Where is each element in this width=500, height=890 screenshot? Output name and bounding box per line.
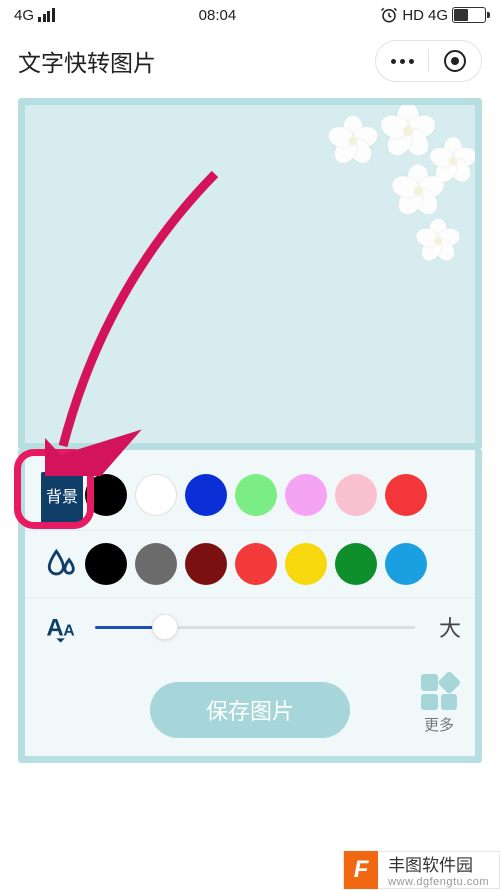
slider-thumb[interactable] <box>152 614 178 640</box>
text-swatch-black[interactable] <box>85 543 127 585</box>
target-icon <box>444 50 466 72</box>
text-swatch-grey[interactable] <box>135 543 177 585</box>
network-label-left: 4G <box>14 7 34 24</box>
controls-panel: 背景 <box>18 450 482 763</box>
bg-swatch-red[interactable] <box>385 474 427 516</box>
more-label: 更多 <box>424 714 454 735</box>
capsule-menu-button[interactable] <box>376 41 428 81</box>
network-label-right: 4G <box>428 7 448 24</box>
hd-label: HD <box>402 7 424 24</box>
text-swatch-blue[interactable] <box>385 543 427 585</box>
bg-swatch-black[interactable] <box>85 474 127 516</box>
font-size-icon: A A <box>45 610 79 644</box>
bg-swatches <box>85 474 461 516</box>
font-size-row: A A 大 <box>25 598 475 656</box>
paint-drop-icon <box>45 547 79 581</box>
text-swatch-yellow[interactable] <box>285 543 327 585</box>
page-title: 文字快转图片 <box>18 44 156 78</box>
font-size-label: 大 <box>425 611 461 643</box>
status-bar: 4G 08:04 HD 4G <box>0 0 500 30</box>
text-swatch-red[interactable] <box>235 543 277 585</box>
grid-icon <box>421 674 457 710</box>
capsule-close-button[interactable] <box>429 41 481 81</box>
footer-actions: 保存图片 更多 <box>25 656 475 738</box>
background-color-row: 背景 <box>25 460 475 531</box>
signal-icon <box>38 8 55 22</box>
app-header: 文字快转图片 <box>0 30 500 92</box>
watermark-logo: F <box>344 851 378 889</box>
bg-swatch-white[interactable] <box>135 474 177 516</box>
more-dots-icon <box>391 59 414 64</box>
text-swatches <box>85 543 461 585</box>
battery-icon <box>452 7 486 23</box>
watermark-name: 丰图软件园 <box>378 851 499 876</box>
alarm-icon <box>380 6 398 24</box>
text-color-row <box>25 531 475 598</box>
bg-swatch-pink[interactable] <box>335 474 377 516</box>
background-chip[interactable]: 背景 <box>41 472 83 518</box>
miniprogram-capsule <box>375 40 482 82</box>
watermark-url: www.dgfengtu.com <box>378 876 499 890</box>
text-swatch-darkred[interactable] <box>185 543 227 585</box>
save-image-button[interactable]: 保存图片 <box>150 682 350 738</box>
bg-swatch-magenta[interactable] <box>285 474 327 516</box>
svg-text:A: A <box>63 623 74 640</box>
status-time: 08:04 <box>199 7 237 24</box>
svg-text:A: A <box>46 615 63 642</box>
font-size-slider[interactable] <box>95 626 415 629</box>
preview-canvas[interactable] <box>18 98 482 450</box>
bg-swatch-blue[interactable] <box>185 474 227 516</box>
more-button[interactable]: 更多 <box>421 674 457 735</box>
bg-chip-label: 背景 <box>46 483 78 507</box>
watermark: F 丰图软件园 www.dgfengtu.com <box>343 851 500 889</box>
flower-decoration <box>313 101 482 281</box>
text-swatch-green[interactable] <box>335 543 377 585</box>
bg-swatch-green[interactable] <box>235 474 277 516</box>
